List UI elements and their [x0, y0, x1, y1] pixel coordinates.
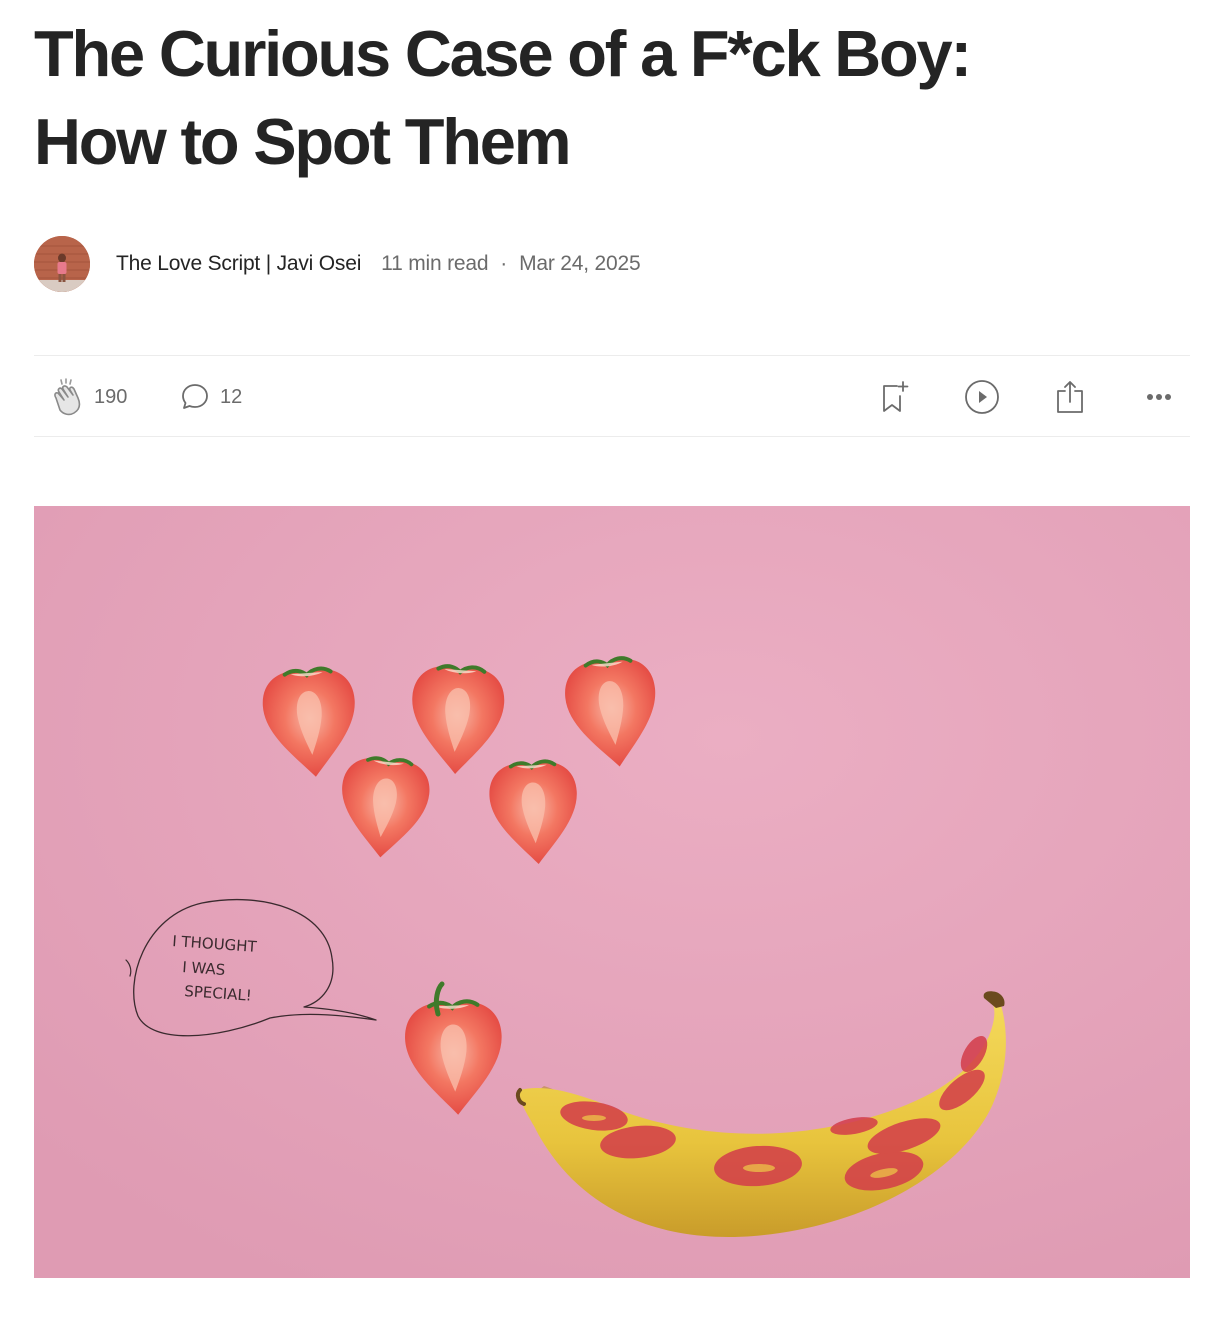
share-button[interactable]: [1054, 356, 1086, 438]
publish-date: Mar 24, 2025: [519, 252, 641, 275]
title-line-1: The Curious Case of a F*ck Boy:: [34, 17, 972, 90]
hero-image: I THOUGHT I WAS SPECIAL!: [34, 506, 1190, 1278]
bookmark-button[interactable]: [879, 356, 911, 438]
article-meta: 11 min read · Mar 24, 2025: [381, 252, 640, 276]
play-icon: [964, 379, 1000, 415]
author-name[interactable]: The Love Script | Javi Osei: [116, 252, 361, 276]
read-time: 11 min read: [381, 252, 489, 275]
clap-icon: [50, 378, 84, 416]
comment-icon: [180, 382, 210, 412]
more-options-button[interactable]: [1146, 356, 1176, 438]
share-icon: [1054, 379, 1086, 415]
listen-button[interactable]: [964, 356, 1000, 438]
note-line-2: I WAS: [182, 958, 226, 979]
title-line-2: How to Spot Them: [34, 105, 571, 178]
byline: The Love Script | Javi Osei 11 min read ·…: [34, 236, 834, 292]
article-title: The Curious Case of a F*ck Boy: How to S…: [34, 10, 1184, 186]
more-icon: [1146, 392, 1176, 402]
bookmark-add-icon: [879, 380, 911, 414]
comment-count: 12: [220, 385, 243, 408]
action-bar: 190 12: [34, 355, 1190, 437]
author-avatar[interactable]: [34, 236, 90, 292]
comment-button[interactable]: 12: [180, 356, 242, 438]
meta-separator: ·: [500, 252, 508, 275]
clap-count: 190: [94, 385, 128, 408]
clap-button[interactable]: 190: [50, 356, 127, 438]
